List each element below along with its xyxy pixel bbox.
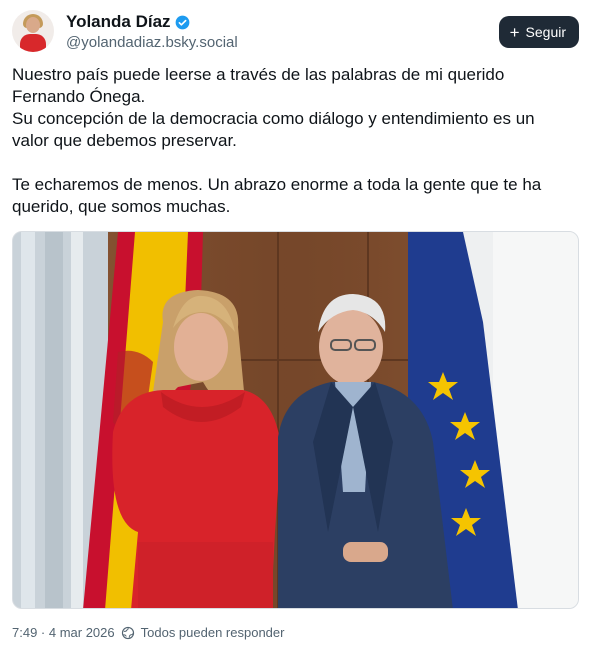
timestamp[interactable]: 7:49 · 4 mar 2026 bbox=[12, 625, 115, 640]
post-text: Nuestro país puede leerse a través de la… bbox=[12, 65, 542, 216]
handle[interactable]: @yolandadiaz.bsky.social bbox=[66, 34, 238, 51]
globe-icon bbox=[121, 626, 134, 639]
name-row: Yolanda Díaz bbox=[66, 12, 190, 32]
photo-illustration bbox=[13, 232, 578, 608]
avatar-body bbox=[20, 34, 46, 52]
plus-icon: + bbox=[509, 22, 520, 42]
avatar[interactable] bbox=[12, 10, 54, 52]
display-name[interactable]: Yolanda Díaz bbox=[66, 12, 171, 32]
post-header: Yolanda Díaz @yolandadiaz.bsky.social + … bbox=[12, 10, 579, 56]
verified-badge-icon bbox=[175, 15, 189, 29]
follow-button[interactable]: + Seguir bbox=[498, 16, 579, 48]
post-image[interactable] bbox=[12, 231, 579, 609]
post-footer: 7:49 · 4 mar 2026 Todos pueden responder bbox=[12, 625, 284, 640]
reply-setting[interactable]: Todos pueden responder bbox=[141, 625, 285, 640]
follow-label: Seguir bbox=[525, 24, 566, 40]
avatar-face bbox=[26, 17, 40, 33]
